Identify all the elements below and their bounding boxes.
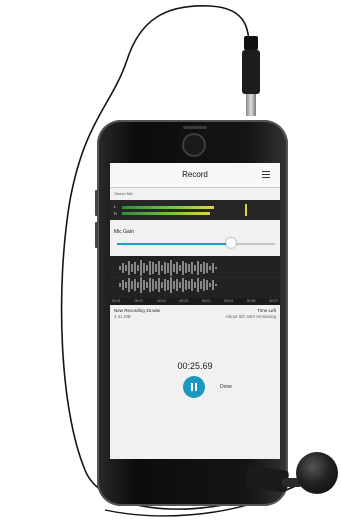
volume-up-button: [95, 190, 98, 216]
phone-screen: Record Stereo Mic L R Mic Gain 00:01 00:…: [110, 163, 280, 459]
peak-marker: [245, 204, 247, 216]
tick: 00:24: [224, 299, 234, 303]
headphone-jack-plug: [242, 50, 260, 94]
elapsed-time: 00:25.69: [177, 361, 213, 371]
done-button[interactable]: Done: [220, 384, 232, 390]
tick: 00:22: [156, 299, 166, 303]
volume-down-button: [95, 222, 98, 248]
tick: 00:23: [179, 299, 189, 303]
tick: 00:17: [134, 299, 144, 303]
timeline-ticks: 00:01 00:17 00:22 00:23 00:21 00:24 00:2…: [112, 299, 278, 303]
cable-strain-relief: [244, 36, 258, 50]
meter-channel-right: R: [114, 211, 117, 216]
tick: 00:27: [269, 299, 278, 303]
level-meter: L R: [110, 200, 280, 220]
gain-slider-rest: [230, 243, 275, 245]
time-left-label: Time Left: [257, 308, 276, 313]
home-button[interactable]: [182, 133, 206, 157]
gain-label: Mic Gain: [114, 229, 134, 235]
jack-pin: [246, 94, 256, 116]
file-size: 4.41 MB: [114, 314, 131, 319]
meter-bar-left: [122, 206, 214, 209]
waveform: [110, 256, 280, 298]
menu-icon[interactable]: [262, 171, 270, 180]
screen-title: Record: [182, 170, 208, 179]
file-name: New Recording 19.wav: [114, 308, 161, 313]
tick: 00:26: [246, 299, 256, 303]
mic-windscreen: [296, 452, 338, 494]
pause-icon: [191, 383, 193, 391]
pause-icon-bar: [195, 383, 197, 391]
earpiece: [183, 126, 207, 129]
meter-bar-right: [122, 212, 210, 215]
gain-slider-thumb[interactable]: [225, 238, 236, 248]
timeline-ruler: 00:01 00:17 00:22 00:23 00:21 00:24 00:2…: [110, 298, 280, 305]
tick: 00:21: [201, 299, 211, 303]
tick: 00:01: [112, 299, 121, 303]
input-label: Stereo Mic: [114, 191, 134, 196]
meter-channel-left: L: [114, 204, 117, 209]
pause-button[interactable]: [183, 376, 205, 398]
time-left-value: About 6th 34m remaining: [225, 314, 276, 319]
